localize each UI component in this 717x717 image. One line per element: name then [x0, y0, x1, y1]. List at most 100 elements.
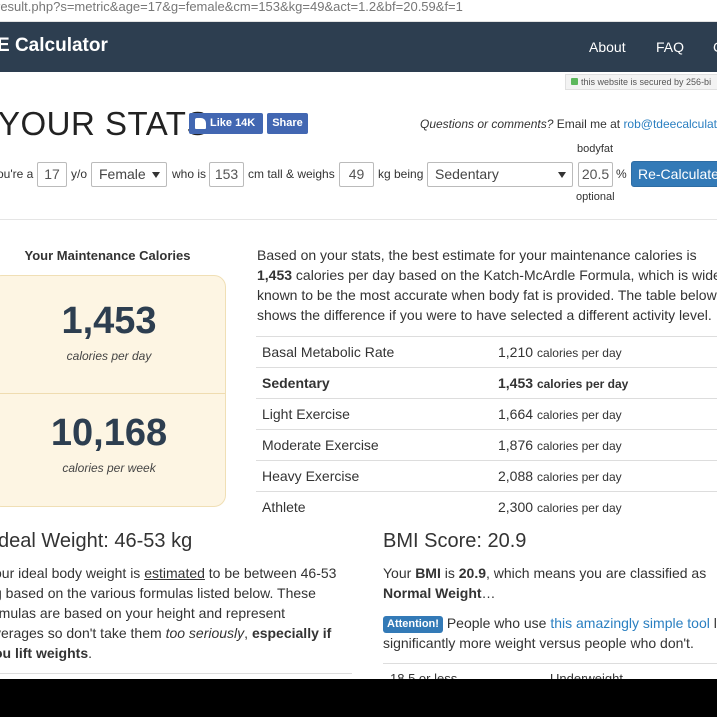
bmi-line: Attention! People who use this amazingly… [383, 613, 717, 633]
calories-per-week-label: calories per week [62, 461, 156, 475]
contact-question: Questions or comments? [420, 117, 554, 131]
weight-input[interactable]: 49 [339, 162, 374, 187]
calorie-number: 1,876 [498, 437, 534, 453]
text: our ideal body weight is [0, 565, 145, 581]
age-input[interactable]: 17 [37, 162, 67, 187]
italic-text: too seriously [165, 625, 245, 641]
site-brand[interactable]: E Calculator [0, 35, 108, 57]
calorie-unit: calories per day [536, 346, 622, 360]
recalculate-button[interactable]: Re-Calculate [631, 161, 717, 187]
description-line: 1,453 calories per day based on the Katc… [257, 265, 717, 285]
maintenance-calories-box: 1,453 calories per day 10,168 calories p… [0, 275, 226, 507]
simple-tool-link[interactable]: this amazingly simple tool [550, 615, 710, 631]
ideal-line: g based on the various formulas listed b… [0, 585, 316, 601]
chevron-down-icon [152, 172, 160, 178]
bold-text: BMI [415, 565, 441, 581]
facebook-share-button[interactable]: Share [267, 113, 308, 134]
calorie-number: 2,300 [498, 499, 534, 515]
bodyfat-optional-label: optional [576, 191, 615, 203]
height-input[interactable]: 153 [209, 162, 244, 187]
page-title: YOUR STATS [0, 105, 209, 142]
nav-faq-link[interactable]: FAQ [656, 39, 684, 55]
contact-email-link[interactable]: rob@tdeecalculat [623, 117, 717, 131]
text: . [88, 645, 92, 661]
bmi-text: Your BMI is 20.9, which means you are cl… [383, 563, 717, 653]
ideal-weight-heading: deal Weight: 46-53 kg [0, 530, 193, 552]
calories-per-week-value: 10,168 [50, 412, 168, 454]
text: to be between 46-53 [204, 565, 337, 581]
nav-more-link[interactable]: C [713, 39, 717, 55]
bodyfat-input[interactable]: 20.5 [578, 162, 613, 187]
calories-per-day-label: calories per day [66, 349, 152, 363]
bodyfat-label: bodyfat [577, 143, 614, 155]
calorie-number: 1,664 [498, 406, 534, 422]
bmi-heading: BMI Score: 20.9 [383, 530, 527, 552]
activity-name: Sedentary [262, 375, 330, 391]
description-line: Based on your stats, the best estimate f… [257, 247, 697, 263]
url-text: result.php?s=metric&age=17&g=female&cm=1… [0, 0, 463, 14]
activity-level-table: Basal Metabolic Rate 1,210 calories per d… [256, 336, 717, 522]
activity-select[interactable]: Sedentary [427, 162, 573, 187]
contact-email-label: Email me at [556, 117, 621, 131]
text: l [709, 615, 717, 631]
activity-value: 1,876 calories per day [498, 437, 622, 453]
facebook-like-button[interactable]: Like 14K [189, 113, 263, 134]
description-text: calories per day based on the Katch-McAr… [292, 267, 717, 283]
description-line: shows the difference if you were to have… [257, 307, 712, 323]
table-row: Basal Metabolic Rate 1,210 calories per d… [256, 336, 717, 367]
description-line: known to be the most accurate when body … [257, 287, 717, 303]
bold-text: ou lift weights [0, 645, 89, 661]
secure-badge: this website is secured by 256-bi [565, 74, 717, 90]
calorie-number: 1,210 [498, 344, 534, 360]
calorie-unit: calories per day [536, 408, 622, 422]
text: People who use [442, 615, 551, 631]
box-divider [0, 393, 225, 394]
activity-name: Heavy Exercise [262, 468, 360, 484]
table-row-selected: Sedentary 1,453 calories per day [256, 367, 717, 398]
estimated-underlined: estimated [144, 565, 205, 581]
ideal-line: rmulas are based on your height and repr… [0, 605, 286, 621]
maintenance-description: Based on your stats, the best estimate f… [257, 245, 717, 325]
activity-name: Moderate Exercise [262, 437, 379, 453]
bmi-line: Your BMI is 20.9, which means you are cl… [383, 563, 717, 583]
who-is-text: who is [172, 167, 207, 181]
calorie-number: 1,453 [498, 375, 534, 391]
bodyfat-unit-text: % [616, 167, 627, 181]
activity-value: 2,088 calories per day [498, 468, 622, 484]
maintenance-title: Your Maintenance Calories [24, 248, 191, 263]
nav-about-link[interactable]: About [589, 39, 626, 55]
activity-value: 1,664 calories per day [498, 406, 622, 422]
activity-value: 2,300 calories per day [498, 499, 622, 515]
gender-select-value: Female [99, 166, 146, 182]
table-row: Light Exercise 1,664 calories per day [256, 398, 717, 429]
activity-value: 1,453 calories per day [498, 375, 628, 391]
height-unit-text: cm tall & weighs [248, 167, 335, 181]
activity-select-value: Sedentary [435, 166, 499, 182]
secure-text: this website is secured by 256-bi [581, 77, 712, 87]
text: is [440, 565, 459, 581]
ideal-line: our ideal body weight is estimated to be… [0, 563, 354, 583]
text: , which means you are classified as [486, 565, 707, 581]
attention-badge: Attention! [383, 616, 443, 633]
ideal-weight-text: our ideal body weight is estimated to be… [0, 563, 354, 663]
calorie-unit: calories per day [536, 439, 622, 453]
bmi-table-rule [383, 663, 717, 664]
table-row: Athlete 2,300 calories per day [256, 491, 717, 522]
calorie-unit: calories per day [536, 377, 629, 391]
lock-icon [571, 78, 578, 85]
section-divider [0, 219, 717, 220]
gender-select[interactable]: Female [91, 162, 167, 187]
ideal-line: ou lift weights. [0, 643, 354, 663]
text: , [244, 625, 252, 641]
screen-bottom-bar [0, 679, 717, 717]
browser-address-bar[interactable]: result.php?s=metric&age=17&g=female&cm=1… [0, 0, 717, 22]
activity-name: Light Exercise [262, 406, 350, 422]
bold-text: 20.9 [458, 565, 486, 581]
ideal-line: verages so don't take them too seriously… [0, 623, 354, 643]
text: Your [383, 565, 416, 581]
activity-name: Basal Metabolic Rate [262, 344, 395, 360]
contact-line: Questions or comments? Email me at rob@t… [420, 117, 717, 131]
bmi-line: Normal Weight… [383, 583, 717, 603]
form-lead-text: ou're a [0, 167, 34, 181]
calories-per-day-value: 1,453 [61, 300, 157, 342]
